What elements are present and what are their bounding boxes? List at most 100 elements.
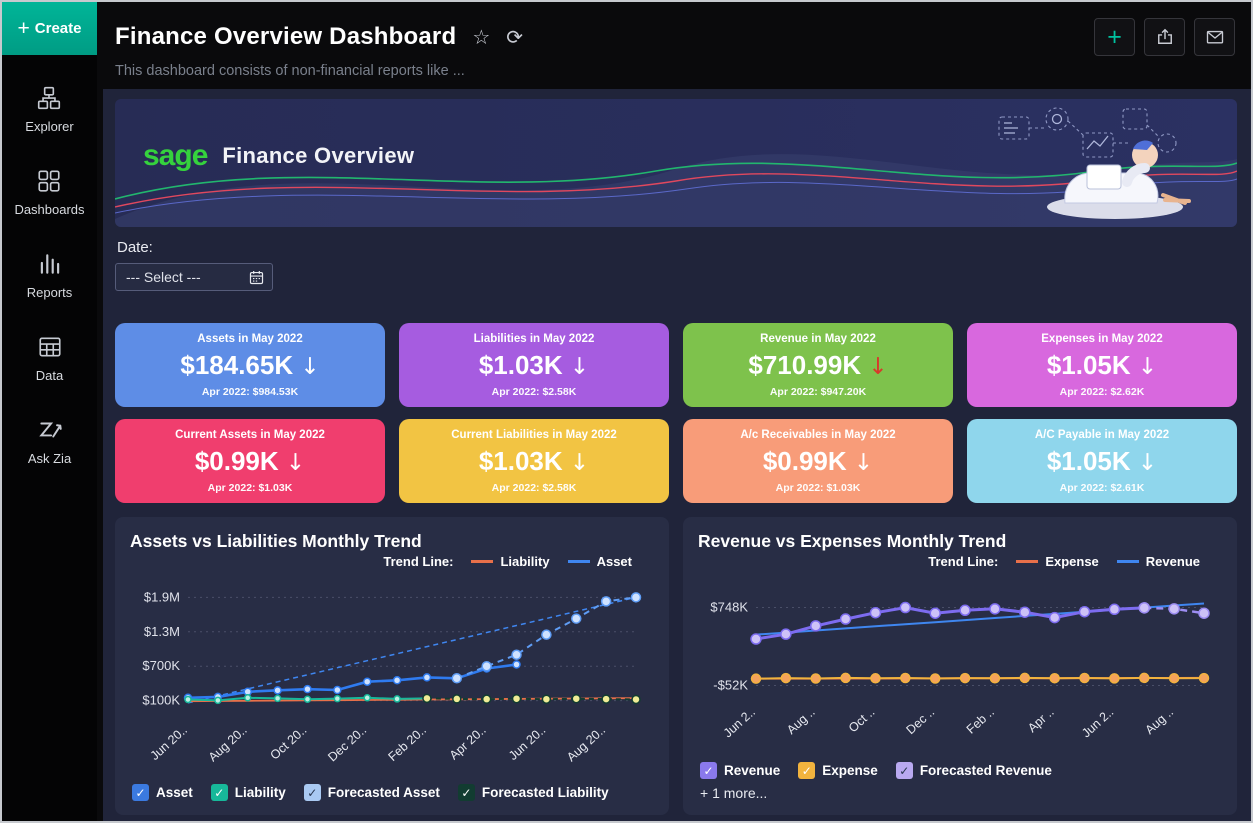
chart-title: Assets vs Liabilities Monthly Trend: [130, 531, 422, 551]
trend-legend-name: Revenue: [1145, 554, 1200, 569]
favorite-star-icon[interactable]: ☆: [472, 27, 490, 47]
trend-legend-name: Liability: [500, 554, 550, 569]
kpi-value: $0.99K ↓: [194, 446, 306, 476]
sage-logo: sage: [143, 139, 208, 172]
trend-legend-asset[interactable]: Asset: [567, 554, 632, 569]
chart-title: Revenue vs Expenses Monthly Trend: [698, 531, 1007, 551]
svg-text:Jun 2..: Jun 2..: [721, 705, 758, 741]
banner-title: Finance Overview: [222, 143, 415, 168]
sidebar-item-label: Reports: [26, 285, 73, 300]
sidebar-item-data[interactable]: Data: [36, 334, 63, 383]
svg-text:$700K: $700K: [142, 658, 180, 673]
down-arrow-icon: ↓: [868, 354, 888, 380]
series-checkbox-expense[interactable]: ✓ Expense: [798, 762, 878, 779]
kpi-card-liabilities-in-may-2022[interactable]: Liabilities in May 2022 $1.03K ↓ Apr 2022:…: [399, 323, 669, 407]
assets-liabilities-chart[interactable]: $1.9M $1.3M $700K $100K Jun 20.. Aug 20.. Oct …: [130, 569, 652, 765]
page-title: Finance Overview Dashboard: [115, 23, 457, 50]
down-arrow-icon: ↓: [569, 354, 590, 380]
sidebar-nav: Explorer Dashboards Reports Data Ask Zia: [2, 55, 97, 466]
kpi-card-assets-in-may-2022[interactable]: Assets in May 2022 $184.65K ↓ Apr 2022: $9…: [115, 323, 385, 407]
down-arrow-icon: ↓: [300, 354, 320, 380]
svg-text:$1.3M: $1.3M: [144, 624, 180, 639]
dashboard-subtitle: This dashboard consists of non-financial…: [115, 63, 465, 79]
explorer-icon: [36, 85, 62, 111]
svg-text:$1.9M: $1.9M: [144, 589, 180, 604]
add-button[interactable]: +: [1094, 18, 1135, 56]
svg-text:Oct 20..: Oct 20..: [268, 723, 310, 763]
down-arrow-icon: ↓: [285, 450, 306, 476]
series-checkbox-liability[interactable]: ✓ Liability: [210, 784, 286, 801]
series-checkbox-label: Revenue: [724, 763, 781, 778]
svg-text:Dec 20..: Dec 20..: [325, 723, 369, 765]
checkbox-icon: ✓: [895, 762, 913, 779]
trend-legend-label: Trend Line:: [928, 554, 999, 569]
kpi-title: Liabilities in May 2022: [473, 333, 595, 345]
checkbox-icon: ✓: [457, 784, 475, 801]
kpi-card-expenses-in-may-2022[interactable]: Expenses in May 2022 $1.05K ↓ Apr 2022: $2…: [967, 323, 1237, 407]
trend-legend-revenue[interactable]: Revenue: [1116, 554, 1200, 569]
kpi-value: $710.99K ↓: [748, 350, 888, 380]
kpi-title: Assets in May 2022: [197, 333, 303, 345]
svg-text:Aug ..: Aug ..: [1142, 705, 1176, 737]
kpi-card-a-c-payable-in-may-2022[interactable]: A/C Payable in May 2022 $1.05K ↓ Apr 2022:…: [967, 419, 1237, 503]
email-button[interactable]: [1194, 18, 1235, 56]
sidebar-item-dashboards[interactable]: Dashboards: [14, 168, 85, 217]
reports-icon: [37, 251, 63, 277]
series-checkbox-label: Expense: [822, 763, 878, 778]
svg-text:Feb ..: Feb ..: [964, 705, 997, 737]
show-more-series-link[interactable]: + 1 more...: [700, 785, 1222, 801]
kpi-value: $1.05K ↓: [1046, 350, 1158, 380]
kpi-title: A/C Payable in May 2022: [1034, 429, 1170, 441]
sidebar-item-explorer[interactable]: Explorer: [25, 85, 74, 134]
chart-panel-revenue-expenses: Revenue vs Expenses Monthly Trend Trend …: [683, 517, 1237, 815]
kpi-title: Revenue in May 2022: [760, 333, 876, 345]
trend-legend-liability[interactable]: Liability: [471, 554, 550, 569]
series-checkbox-revenue[interactable]: ✓ Revenue: [700, 762, 780, 779]
trend-legend-expense[interactable]: Expense: [1016, 554, 1099, 569]
trend-legend-name: Asset: [596, 554, 632, 569]
checkbox-icon: ✓: [132, 784, 149, 801]
series-checkbox-forecasted-asset[interactable]: ✓ Forecasted Asset: [303, 784, 440, 801]
series-checkbox-forecasted-revenue[interactable]: ✓ Forecasted Revenue: [895, 762, 1052, 779]
series-checkbox-forecasted-liability[interactable]: ✓ Forecasted Liability: [457, 784, 609, 801]
kpi-card-current-liabilities-in-may-2022[interactable]: Current Liabilities in May 2022 $1.03K ↓ A…: [399, 419, 669, 503]
refresh-icon[interactable]: ⟳: [506, 27, 523, 47]
export-icon: [1155, 27, 1175, 47]
sidebar-item-ask-zia[interactable]: Ask Zia: [28, 417, 71, 466]
series-checkbox-label: Forecasted Revenue: [919, 763, 1052, 778]
series-toggle-row: ✓ Asset ✓ Liability ✓ Forecasted Asset ✓ Foreca…: [130, 782, 654, 807]
kpi-footnote: Apr 2022: $984.53K: [201, 386, 299, 398]
sidebar-item-label: Dashboards: [14, 202, 85, 217]
trend-legend: Trend Line: Expense Revenue: [698, 552, 1222, 569]
dashboard-content: sage Finance Overview Date: --- Select -…: [103, 89, 1251, 821]
svg-text:Jun 2..: Jun 2..: [1079, 705, 1116, 741]
trend-legend: Trend Line: Liability Asset: [130, 552, 654, 569]
sidebar-item-reports[interactable]: Reports: [26, 251, 73, 300]
series-checkbox-asset[interactable]: ✓ Asset: [132, 784, 193, 801]
checkbox-icon: ✓: [798, 762, 816, 779]
kpi-title: A/c Receivables in May 2022: [740, 429, 896, 441]
kpi-card-a-c-receivables-in-may-2022[interactable]: A/c Receivables in May 2022 $0.99K ↓ Apr 2…: [683, 419, 953, 503]
trend-legend-label: Trend Line:: [383, 554, 454, 569]
svg-text:Oct ..: Oct ..: [846, 705, 878, 735]
revenue-expenses-chart[interactable]: $748K -$52K Jun 2.. Aug .. Oct .. Dec .. Feb .…: [698, 569, 1220, 747]
email-icon: [1205, 27, 1225, 47]
calendar-icon: [248, 269, 265, 286]
down-arrow-icon: ↓: [569, 450, 590, 476]
date-select[interactable]: --- Select ---: [115, 263, 273, 291]
series-checkbox-label: Forecasted Liability: [481, 785, 609, 800]
ask-zia-icon: [37, 417, 63, 443]
kpi-value: $1.03K ↓: [478, 350, 590, 380]
plus-icon: +: [17, 17, 30, 40]
kpi-card-revenue-in-may-2022[interactable]: Revenue in May 2022 $710.99K ↓ Apr 2022: $…: [683, 323, 953, 407]
checkbox-icon: ✓: [303, 784, 321, 801]
export-button[interactable]: [1144, 18, 1185, 56]
svg-text:Jun 20..: Jun 20..: [148, 723, 190, 763]
series-checkbox-label: Forecasted Asset: [327, 785, 440, 800]
kpi-card-current-assets-in-may-2022[interactable]: Current Assets in May 2022 $0.99K ↓ Apr 20…: [115, 419, 385, 503]
create-button[interactable]: + Create: [2, 2, 97, 55]
kpi-title: Current Assets in May 2022: [175, 429, 325, 441]
sidebar: + Create Explorer Dashboards Reports Data As…: [2, 2, 97, 821]
banner: sage Finance Overview: [115, 99, 1237, 227]
svg-text:Aug 20..: Aug 20..: [206, 723, 250, 765]
